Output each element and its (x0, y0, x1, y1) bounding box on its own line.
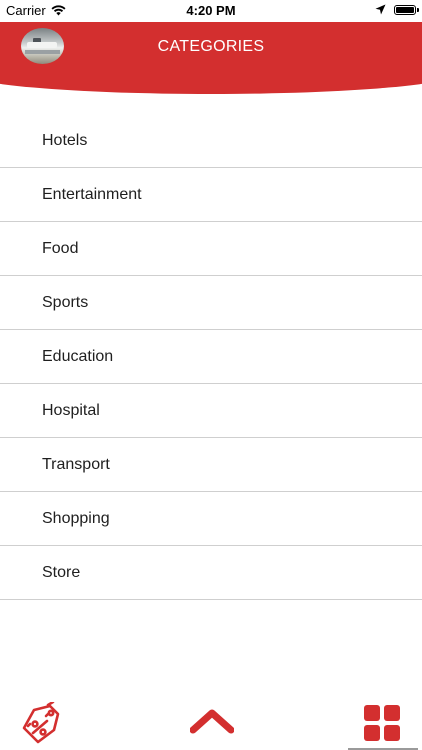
category-item-hospital[interactable]: Hospital (0, 384, 422, 438)
status-bar: Carrier 4:20 PM (0, 0, 422, 22)
tab-offers[interactable] (20, 700, 62, 744)
header-banner (0, 20, 422, 94)
tab-categories[interactable] (348, 690, 418, 750)
tab-scroll-up[interactable] (189, 708, 235, 734)
category-item-education[interactable]: Education (0, 330, 422, 384)
category-item-shopping[interactable]: Shopping (0, 492, 422, 546)
status-right-group (375, 4, 419, 15)
category-item-store[interactable]: Store (0, 546, 422, 600)
category-item-transport[interactable]: Transport (0, 438, 422, 492)
location-arrow-icon (375, 4, 386, 15)
grid-icon (364, 705, 400, 741)
category-item-sports[interactable]: Sports (0, 276, 422, 330)
discount-tags-icon (22, 700, 60, 744)
bottom-tab-bar (0, 690, 422, 750)
chevron-up-icon (189, 709, 235, 734)
battery-icon (394, 4, 419, 15)
category-item-entertainment[interactable]: Entertainment (0, 168, 422, 222)
page-title: CATEGORIES (157, 38, 265, 55)
category-list: Hotels Entertainment Food Sports Educati… (0, 114, 422, 600)
status-time: 4:20 PM (186, 3, 236, 18)
category-item-food[interactable]: Food (0, 222, 422, 276)
categories-screen: Carrier 4:20 PM CATEGORIES Hotels Entert… (0, 0, 422, 750)
category-item-hotels[interactable]: Hotels (0, 114, 422, 168)
